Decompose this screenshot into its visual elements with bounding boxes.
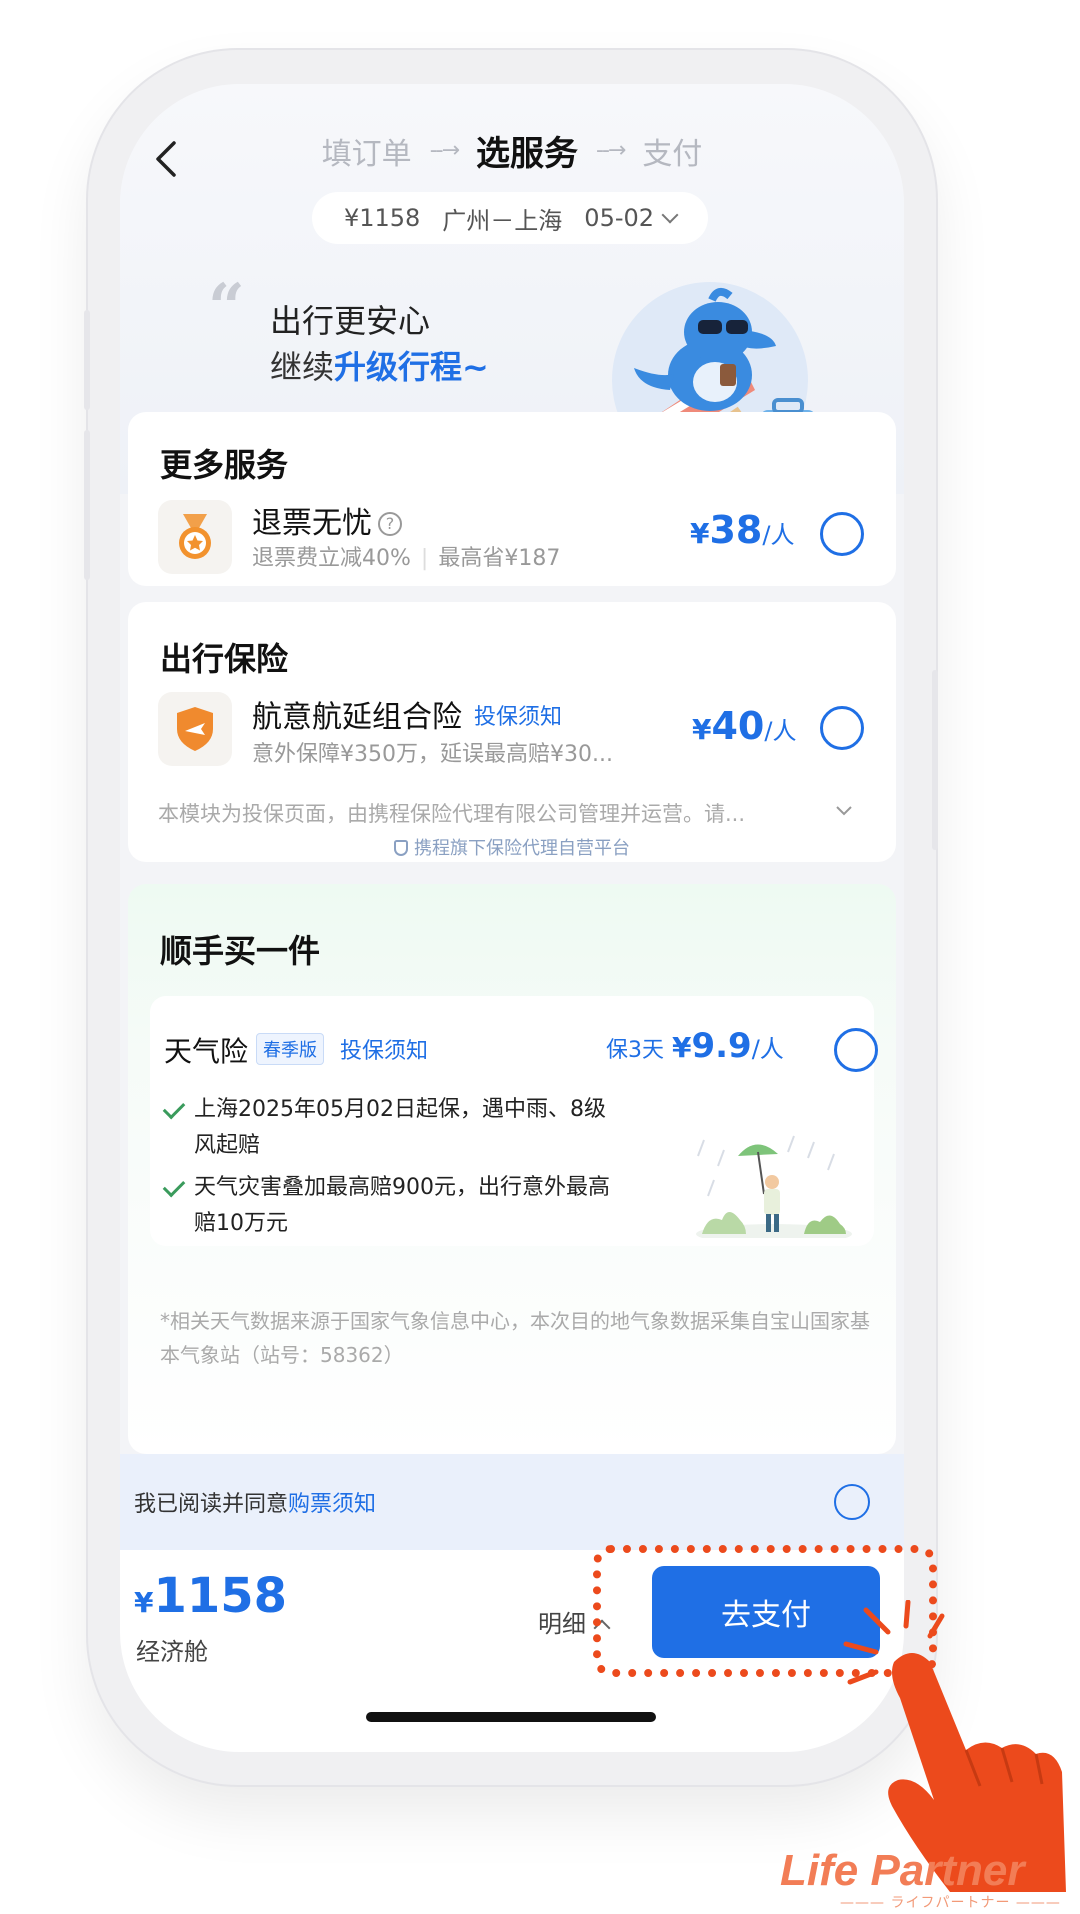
- weather-insurance-radio[interactable]: [834, 1028, 878, 1072]
- ticket-notice-link[interactable]: 购票须知: [288, 1492, 376, 1517]
- flight-summary-pill[interactable]: ¥1158 广州－上海 05-02: [312, 192, 708, 244]
- insurance-disclaimer: 本模块为投保页面，由携程保险代理有限公司管理并运营。请...: [158, 802, 746, 826]
- promo-subtitle: 继续升级行程~: [270, 348, 489, 386]
- step-arrow-icon: --→: [429, 138, 460, 163]
- refund-service-description: 退票费立减40% | 最高省¥187: [252, 546, 561, 571]
- promo-highlight: 升级行程: [334, 348, 463, 386]
- weather-insurance-name: 天气险 春季版 投保须知: [164, 1033, 429, 1068]
- more-services-title: 更多服务: [160, 446, 289, 484]
- weather-notice-link[interactable]: 投保须知: [340, 1039, 428, 1064]
- shield-check-icon: [394, 840, 408, 856]
- insurance-icon-box: [158, 692, 232, 766]
- agreement-radio[interactable]: [834, 1484, 870, 1520]
- quote-icon: “: [208, 270, 245, 345]
- shield-plane-icon: [177, 707, 213, 751]
- weather-insurance-price: 保3天 ¥9.9/人: [606, 1026, 784, 1066]
- watermark-logo: Life Partner: [780, 1846, 1025, 1895]
- phone-side-button: [932, 670, 938, 850]
- add-on-title: 顺手买一件: [160, 932, 321, 970]
- help-icon[interactable]: ?: [378, 512, 402, 536]
- flight-route: 广州－上海: [442, 206, 563, 235]
- step-fill-order: 填订单: [321, 136, 412, 172]
- order-steps: 填订单 --→ 选服务 --→ 支付: [120, 126, 904, 175]
- insurance-notice-link[interactable]: 投保须知: [474, 705, 562, 730]
- refund-service-price: ¥38/人: [690, 508, 795, 552]
- step-select-service: 选服务: [476, 134, 578, 174]
- phone-side-button: [84, 310, 90, 410]
- add-on-card: 顺手买一件 天气险 春季版 投保须知 保3天 ¥9.9/人 上海2025年05月02日…: [128, 884, 896, 1454]
- refund-service-icon-box: [158, 500, 232, 574]
- chevron-down-icon: [661, 206, 679, 224]
- phone-screen: 填订单 --→ 选服务 --→ 支付 ¥1158 广州－上海 05-02 “ 出…: [120, 84, 904, 1752]
- check-icon: [162, 1096, 186, 1120]
- watermark-subtitle: ——— ライフパートナー ———: [840, 1895, 1061, 1911]
- agreement-bar: 我已阅读并同意购票须知: [120, 1454, 904, 1550]
- total-price: ¥1158: [134, 1568, 288, 1624]
- weather-data-note: *相关天气数据来源于国家气象信息中心，本次目的地气象数据采集自宝山国家基本气象站…: [160, 1309, 870, 1367]
- insurance-platform-note: 携程旗下保险代理自营平台: [128, 834, 896, 860]
- insurance-name: 航意航延组合险 投保须知: [252, 700, 563, 735]
- check-icon: [162, 1174, 186, 1198]
- insurance-radio[interactable]: [820, 706, 864, 750]
- expand-chevron-icon[interactable]: [834, 804, 854, 818]
- insurance-price: ¥40/人: [692, 704, 797, 748]
- medal-icon: [179, 514, 211, 559]
- rain-umbrella-illustration-icon: [696, 1135, 852, 1238]
- life-partner-watermark: Life Partner ——— ライフパートナー ———: [780, 1846, 1070, 1912]
- refund-service-name: 退票无忧?: [252, 498, 402, 542]
- step-payment: 支付: [642, 136, 703, 172]
- home-indicator: [366, 1712, 656, 1722]
- promo-title: 出行更安心: [270, 302, 431, 340]
- flight-date: 05-02: [584, 204, 655, 232]
- flight-price: ¥1158: [343, 204, 421, 232]
- weather-benefit-item: 上海2025年05月02日起保，遇中雨、8级风起赔: [162, 1092, 624, 1164]
- step-arrow-icon: --→: [596, 138, 626, 163]
- refund-service-radio[interactable]: [820, 512, 864, 556]
- travel-insurance-card: 出行保险 航意航延组合险 投保须知 意外保障¥350万，延误最高赔¥30... ¥…: [128, 602, 896, 862]
- travel-insurance-title: 出行保险: [160, 640, 289, 678]
- insurance-description: 意外保障¥350万，延误最高赔¥30...: [252, 742, 613, 767]
- spring-edition-badge: 春季版: [256, 1033, 325, 1065]
- phone-side-button: [84, 430, 90, 580]
- weather-insurance-box: 天气险 春季版 投保须知 保3天 ¥9.9/人 上海2025年05月02日起保，遇中雨…: [150, 996, 878, 1246]
- cabin-class: 经济舱: [136, 1638, 208, 1666]
- agreement-text: 我已阅读并同意购票须知: [134, 1492, 377, 1517]
- weather-benefit-item: 天气灾害叠加最高赔900元，出行意外最高赔10万元: [162, 1170, 624, 1242]
- more-services-card: 更多服务 退票无忧? 退票费立减40% | 最高省¥187 ¥38/人: [128, 412, 896, 586]
